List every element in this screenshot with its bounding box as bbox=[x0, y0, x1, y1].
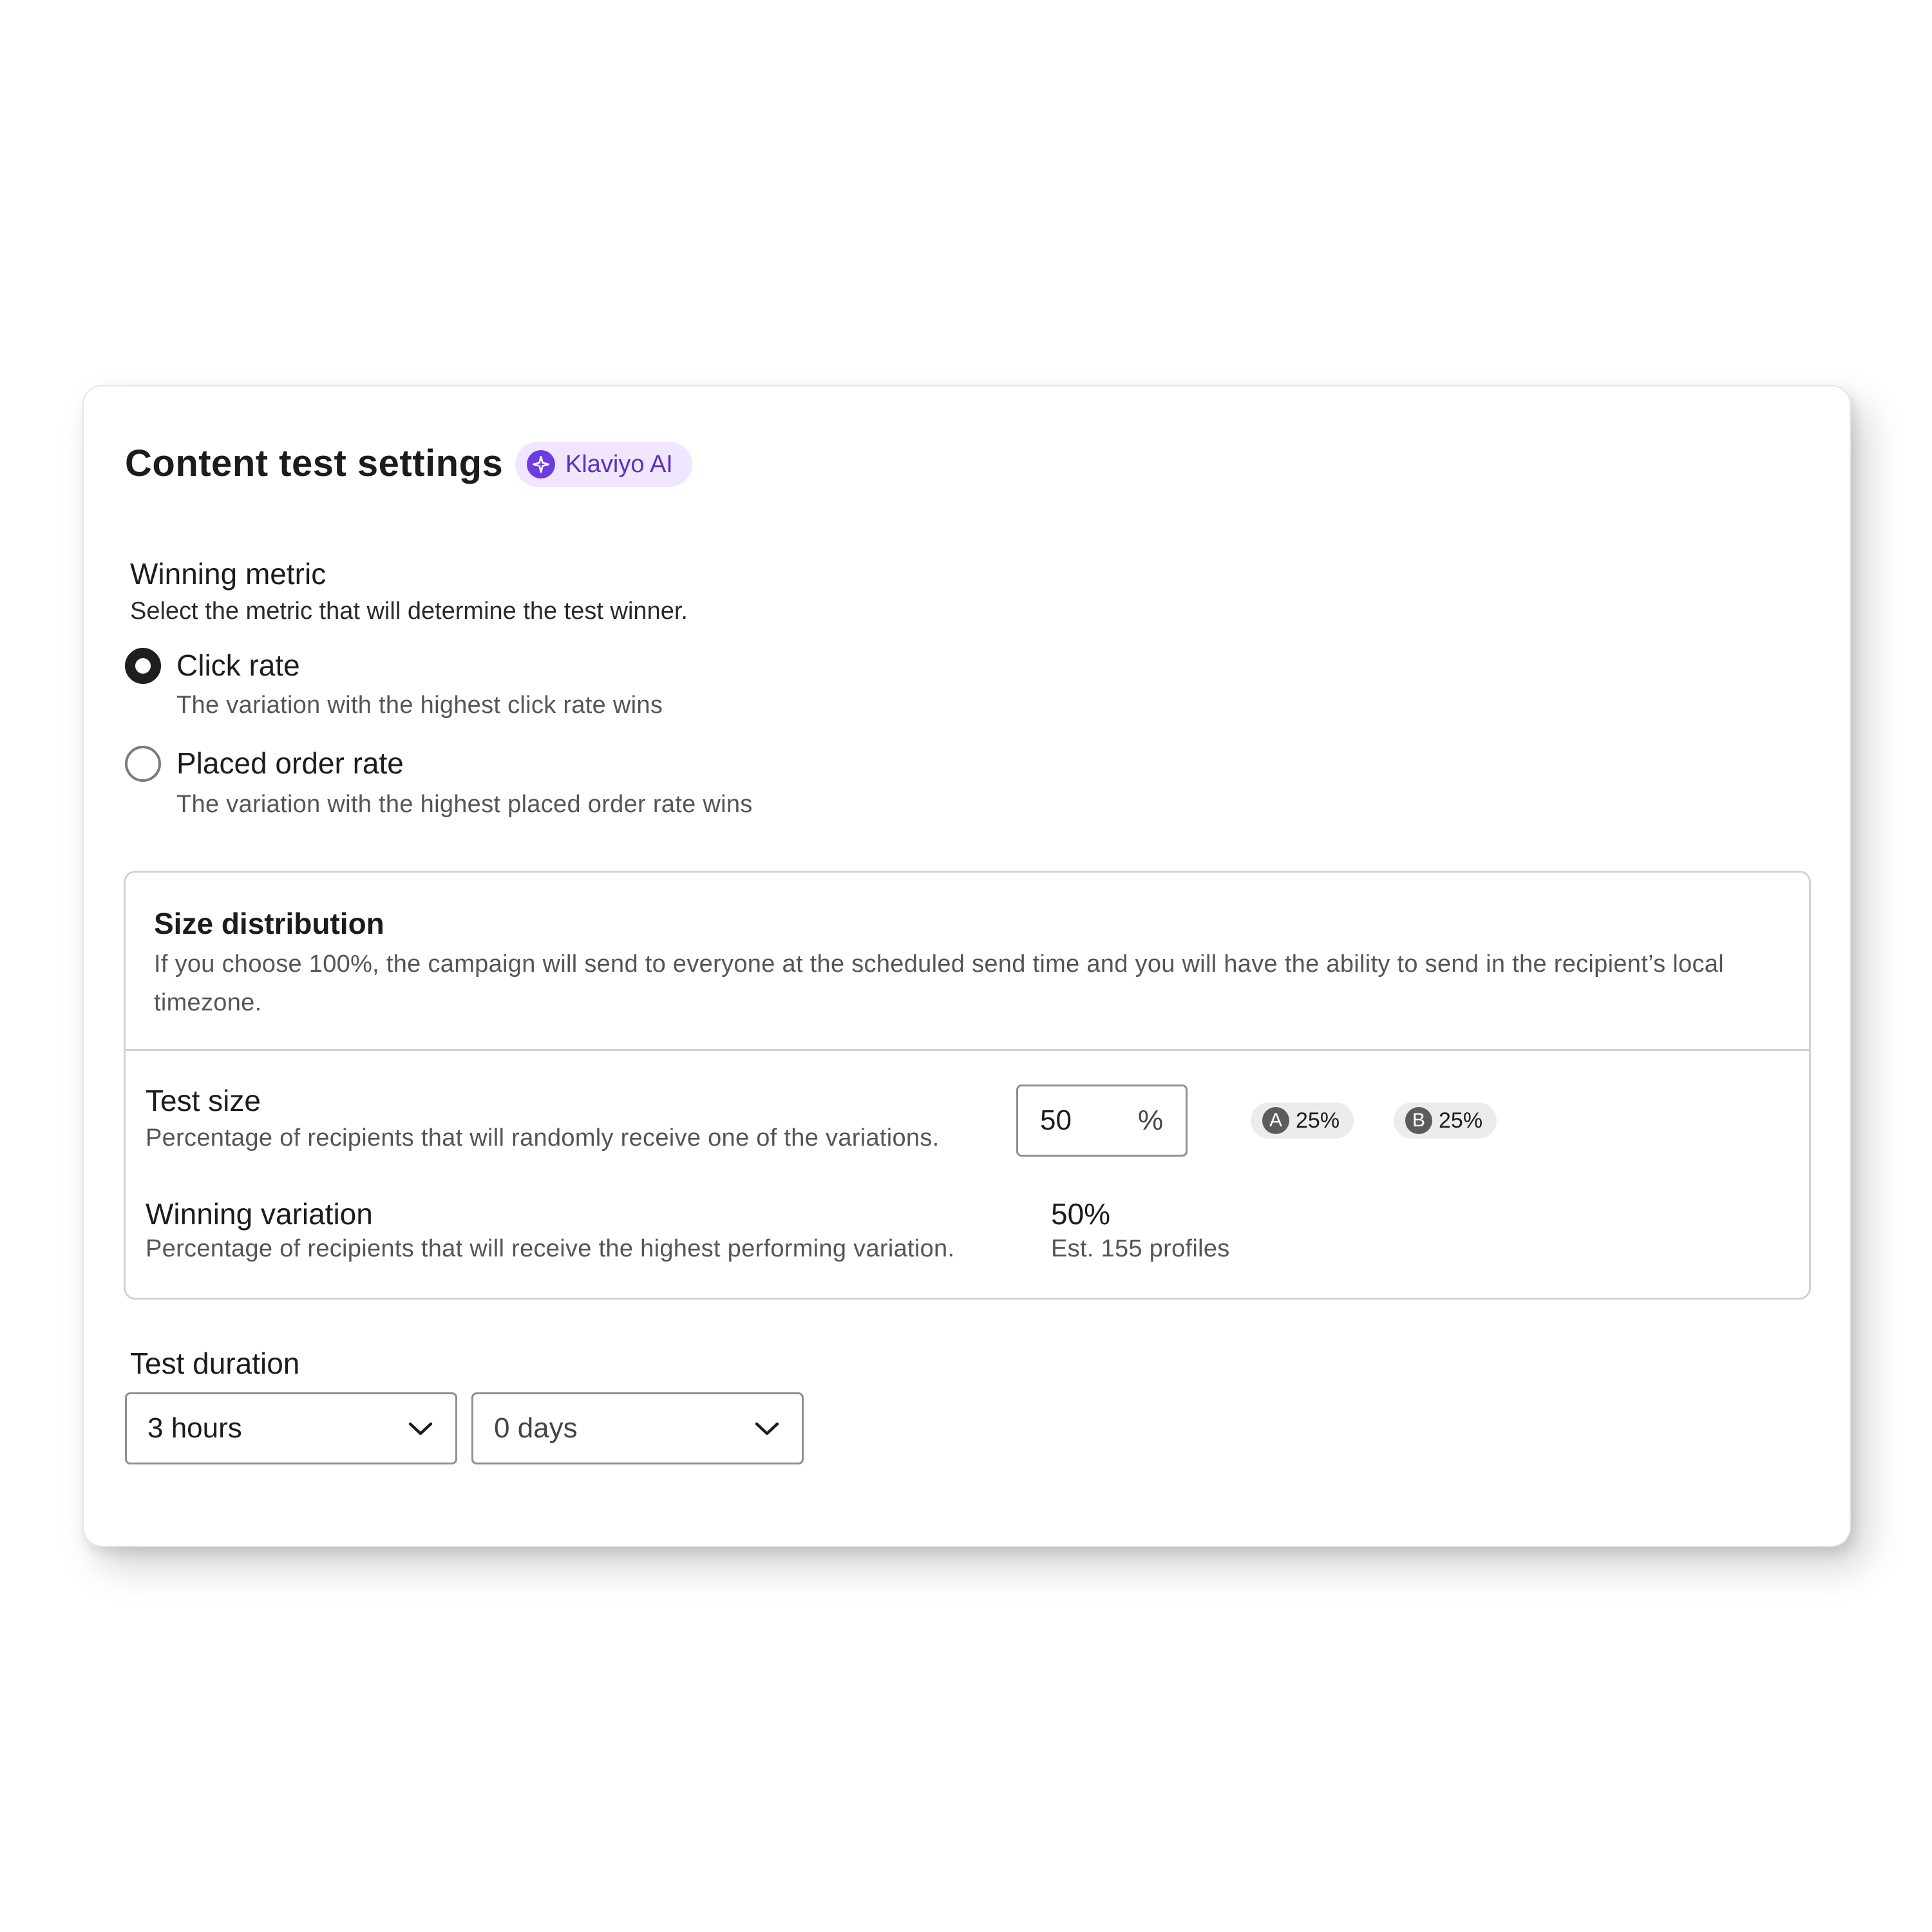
radio-click-rate[interactable] bbox=[125, 648, 161, 684]
winning-metric-title: Winning metric bbox=[130, 557, 327, 591]
badge-label: Klaviyo AI bbox=[565, 450, 673, 478]
duration-days-select[interactable]: 0 days bbox=[471, 1392, 804, 1464]
test-size-value[interactable]: 50 bbox=[1040, 1104, 1072, 1137]
radio-label-placed-order-rate[interactable]: Placed order rate bbox=[176, 746, 404, 781]
winning-variation-value: 50% bbox=[1051, 1197, 1111, 1231]
sparkle-icon bbox=[527, 450, 555, 478]
radio-placed-order-rate[interactable] bbox=[125, 746, 161, 782]
winning-metric-subtitle: Select the metric that will determine th… bbox=[130, 598, 688, 625]
variation-b-letter: B bbox=[1405, 1107, 1432, 1134]
variation-b-value: 25% bbox=[1439, 1108, 1483, 1133]
variation-a-value: 25% bbox=[1296, 1108, 1340, 1133]
content-test-settings-card: Content test settings Klaviyo AI Winning… bbox=[82, 385, 1851, 1547]
duration-days-value: 0 days bbox=[494, 1412, 578, 1444]
winning-variation-estimate: Est. 155 profiles bbox=[1051, 1235, 1230, 1262]
chevron-down-icon bbox=[755, 1422, 779, 1435]
test-size-description: Percentage of recipients that will rando… bbox=[146, 1124, 940, 1151]
winning-variation-description: Percentage of recipients that will recei… bbox=[146, 1235, 955, 1262]
variation-a-split-badge: A 25% bbox=[1251, 1103, 1354, 1139]
radio-label-click-rate[interactable]: Click rate bbox=[176, 648, 300, 683]
variation-a-letter: A bbox=[1262, 1107, 1289, 1134]
duration-hours-select[interactable]: 3 hours bbox=[125, 1392, 457, 1464]
size-distribution-title: Size distribution bbox=[154, 907, 384, 940]
winning-variation-label: Winning variation bbox=[146, 1197, 373, 1231]
test-size-input[interactable]: 50 % bbox=[1016, 1084, 1188, 1157]
radio-description-click-rate: The variation with the highest click rat… bbox=[176, 692, 663, 719]
page-title: Content test settings bbox=[125, 442, 504, 484]
size-distribution-description: If you choose 100%, the campaign will se… bbox=[154, 951, 1724, 1016]
radio-description-placed-order-rate: The variation with the highest placed or… bbox=[176, 791, 753, 818]
klaviyo-ai-badge: Klaviyo AI bbox=[515, 442, 692, 487]
test-size-label: Test size bbox=[146, 1084, 261, 1117]
duration-hours-value: 3 hours bbox=[147, 1412, 242, 1444]
divider bbox=[126, 1049, 1809, 1051]
percent-unit: % bbox=[1138, 1104, 1164, 1136]
variation-b-split-badge: B 25% bbox=[1394, 1103, 1497, 1139]
test-duration-title: Test duration bbox=[130, 1347, 300, 1380]
chevron-down-icon bbox=[408, 1422, 433, 1435]
